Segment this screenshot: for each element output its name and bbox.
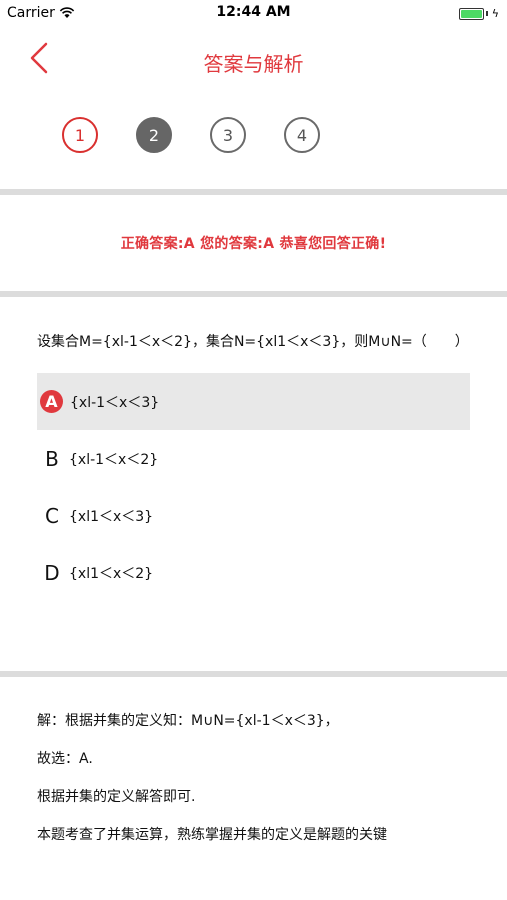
option-letter: D — [44, 560, 60, 585]
explanation-line: 本题考查了并集运算，熟练掌握并集的定义是解题的关键 — [37, 827, 387, 843]
divider — [0, 291, 507, 297]
page-title: 答案与解析 — [203, 52, 304, 76]
battery-icon — [458, 7, 484, 20]
question-text: 设集合M={xl-1＜x＜2}，集合N={xl1＜x＜3}，则M∪N=（ ） — [37, 334, 469, 350]
question-steps: 1 2 3 4 — [62, 117, 320, 153]
step-4-button[interactable]: 4 — [284, 117, 320, 153]
answer-options: A {xl-1＜x＜3} B {xl-1＜x＜2} C {xl1＜x＜3} D {xl1＜x＜… — [37, 373, 470, 601]
explanation-line: 故选：A. — [37, 751, 93, 767]
charging-icon: ϟ — [491, 7, 499, 20]
option-text: {xl1＜x＜3} — [69, 508, 154, 525]
option-d[interactable]: D {xl1＜x＜2} — [37, 544, 470, 601]
explanation-line: 根据并集的定义解答即可. — [37, 789, 196, 805]
battery-fill — [460, 9, 482, 18]
option-text: {xl-1＜x＜2} — [69, 451, 159, 468]
battery-nub — [485, 11, 488, 16]
option-text: {xl1＜x＜2} — [69, 565, 154, 582]
option-a[interactable]: A {xl-1＜x＜3} — [37, 373, 470, 430]
option-text: {xl-1＜x＜3} — [70, 394, 160, 411]
divider — [0, 671, 507, 677]
navigation-bar: 答案与解析 — [0, 26, 507, 90]
step-2-button[interactable]: 2 — [136, 117, 172, 153]
option-letter: B — [45, 446, 59, 471]
selected-option-badge: A — [40, 390, 63, 413]
step-1-button[interactable]: 1 — [62, 117, 98, 153]
option-b[interactable]: B {xl-1＜x＜2} — [37, 430, 470, 487]
option-c[interactable]: C {xl1＜x＜3} — [37, 487, 470, 544]
step-3-button[interactable]: 3 — [210, 117, 246, 153]
divider — [0, 189, 507, 195]
status-bar: Carrier 12:44 AM ϟ — [0, 0, 507, 26]
explanation-line: 解：根据并集的定义知：M∪N={xl-1＜x＜3}， — [37, 713, 339, 729]
option-letter: C — [45, 503, 59, 528]
battery-indicator: ϟ — [458, 7, 499, 20]
answer-result: 正确答案:A 您的答案:A 恭喜您回答正确! — [120, 236, 387, 252]
explanation: 解：根据并集的定义知：M∪N={xl-1＜x＜3}， 故选：A. 根据并集的定义解答… — [37, 712, 487, 864]
clock: 12:44 AM — [216, 4, 291, 20]
